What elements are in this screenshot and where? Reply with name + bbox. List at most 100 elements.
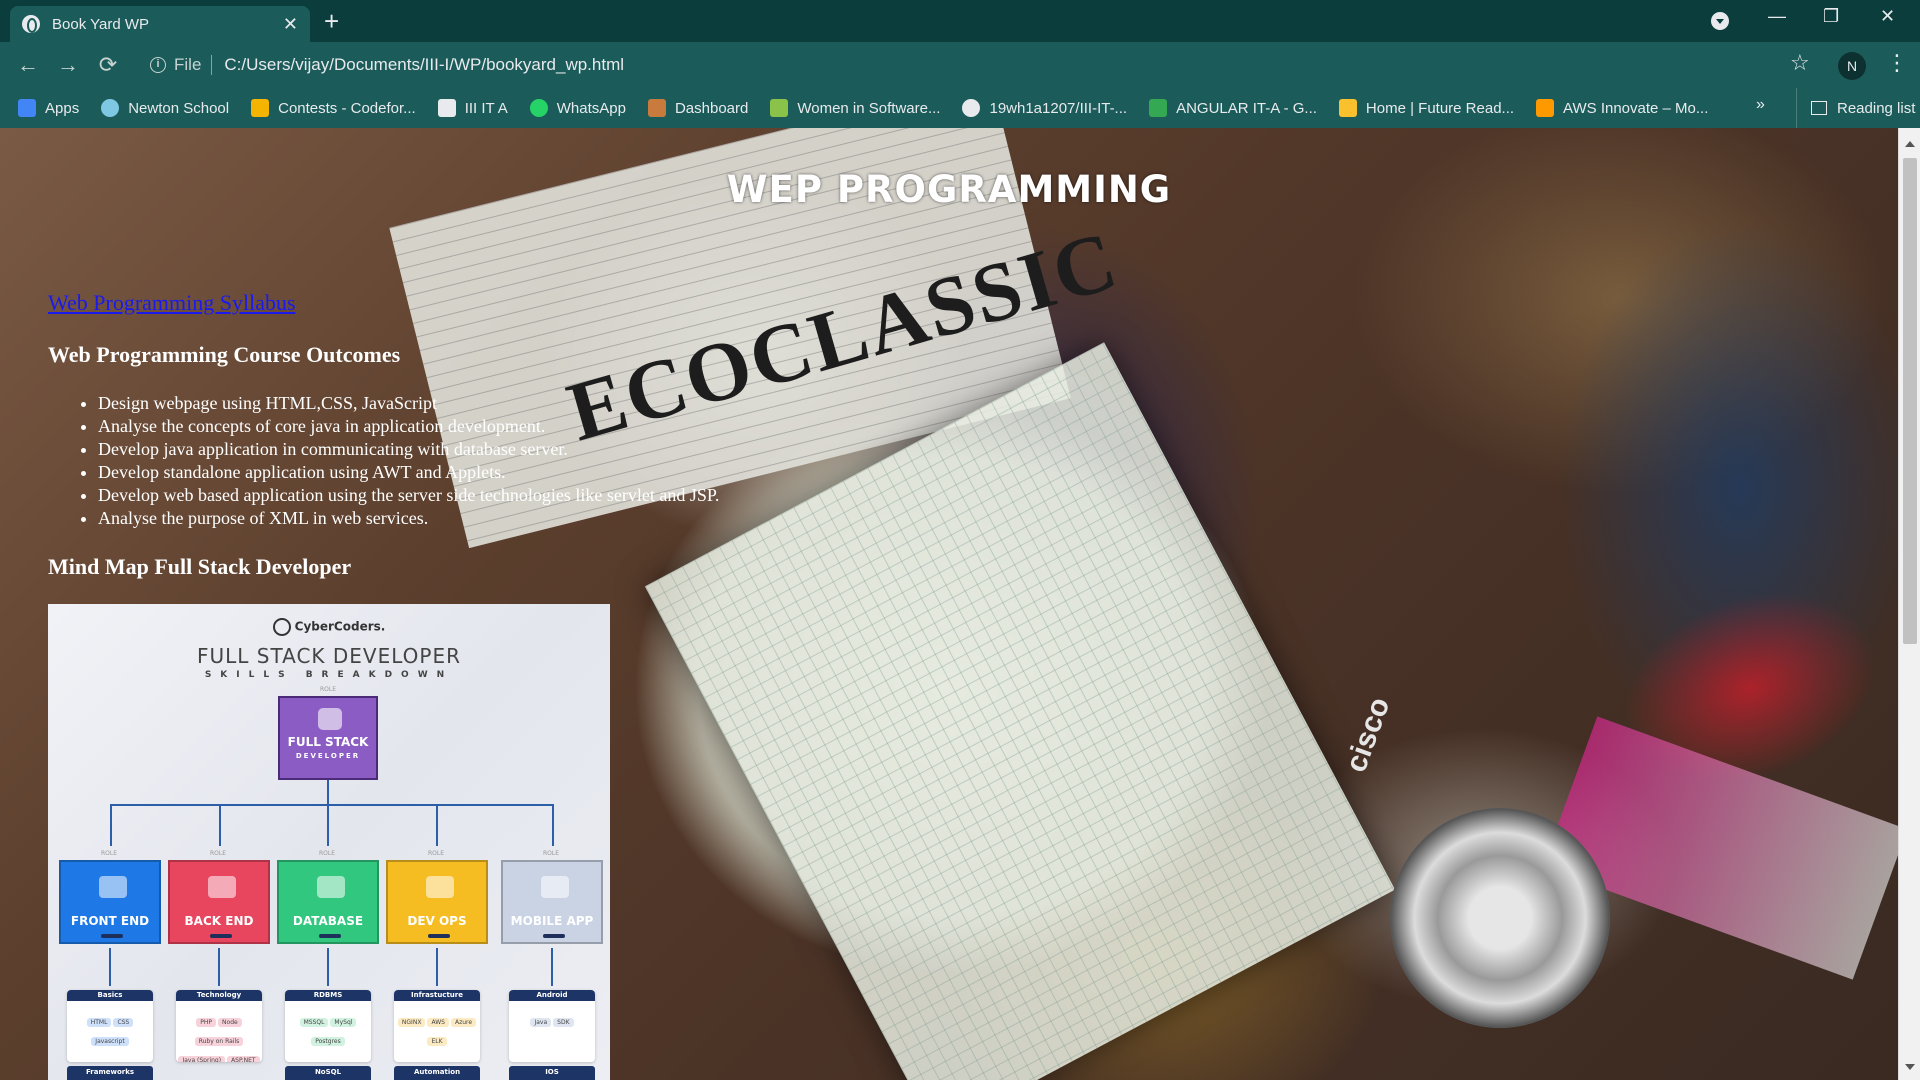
- skill-card-footer: IOS: [509, 1066, 595, 1080]
- mindmap-image: CyberCoders. FULL STACK DEVELOPER SKILLS…: [48, 604, 610, 1080]
- bookmark-star-icon[interactable]: ☆: [1790, 50, 1810, 76]
- connector-line: [436, 804, 438, 846]
- outcome-item: Analyse the concepts of core java in app…: [98, 415, 719, 438]
- skill-chip: SDK: [553, 1018, 574, 1027]
- scroll-down-icon[interactable]: [1905, 1064, 1915, 1075]
- browser-toolbar: ← → ⟳ i File C:/Users/vijay/Documents/II…: [0, 42, 1920, 88]
- role-card: DEV OPS: [386, 860, 488, 944]
- address-url[interactable]: C:/Users/vijay/Documents/III-I/WP/bookya…: [224, 55, 624, 75]
- address-separator: [211, 55, 213, 75]
- bookmark-item[interactable]: Apps: [18, 99, 79, 117]
- outcome-item: Develop java application in communicatin…: [98, 438, 719, 461]
- role-card-label: BACK END: [184, 914, 254, 928]
- page-scrollbar[interactable]: [1898, 128, 1920, 1080]
- skill-card-footer: Frameworks: [67, 1066, 153, 1080]
- bookmark-item[interactable]: ANGULAR IT-A - G...: [1149, 99, 1317, 117]
- close-window-button[interactable]: ✕: [1880, 6, 1895, 27]
- classroom-icon: [437, 99, 456, 117]
- syllabus-link[interactable]: Web Programming Syllabus: [48, 290, 296, 316]
- page-title: WEP PROGRAMMING: [726, 168, 1172, 211]
- bookmark-item[interactable]: 19wh1a1207/III-IT-...: [962, 99, 1127, 117]
- skill-card-heading: Technology: [176, 990, 262, 1001]
- center-node-label: FULL STACK: [287, 735, 369, 749]
- role-card-label: MOBILE APP: [510, 914, 594, 928]
- skill-chip: HTML: [86, 1018, 112, 1027]
- mindmap-subtitle: SKILLS BREAKDOWN: [204, 670, 454, 680]
- new-tab-button[interactable]: +: [324, 6, 339, 36]
- connector-line: [552, 804, 554, 846]
- bookmark-item[interactable]: Contests - Codefor...: [251, 99, 416, 117]
- outcome-item: Design webpage using HTML,CSS, JavaScrip…: [98, 392, 719, 415]
- bookmark-label: ANGULAR IT-A - G...: [1176, 99, 1317, 117]
- connector-line: [219, 804, 221, 846]
- bookmarks-bar: Apps Newton School Contests - Codefor... II…: [0, 88, 1920, 128]
- back-button[interactable]: ←: [8, 52, 48, 78]
- role-card: DATABASE: [277, 860, 379, 944]
- apps-grid-icon: [18, 99, 36, 117]
- skill-card-heading: RDBMS: [285, 990, 371, 1001]
- connector-line: [327, 780, 329, 846]
- bookmark-label: III IT A: [464, 99, 508, 117]
- skill-card-footer: NoSQL: [285, 1066, 371, 1080]
- info-icon[interactable]: i: [150, 57, 166, 73]
- cybercoders-logo-icon: [272, 618, 291, 636]
- codeforces-icon: [251, 99, 270, 117]
- profile-avatar[interactable]: N: [1838, 52, 1866, 80]
- bookmark-item[interactable]: Newton School: [101, 99, 229, 117]
- skill-card: Android Java SDK: [509, 990, 595, 1062]
- future-ready-icon: [1338, 99, 1357, 117]
- close-tab-icon[interactable]: ✕: [283, 14, 298, 35]
- bookmarks-overflow-button[interactable]: »: [1756, 96, 1765, 114]
- role-card: BACK END: [168, 860, 270, 944]
- whatsapp-icon: [529, 99, 548, 117]
- skill-card-heading: Basics: [67, 990, 153, 1001]
- cybercoders-logo-text: CyberCoders.: [294, 619, 386, 634]
- bookmark-item[interactable]: Women in Software...: [770, 99, 940, 117]
- bookmark-item[interactable]: Dashboard: [647, 99, 748, 117]
- skill-chip: Node: [218, 1018, 242, 1027]
- skill-card-footer: Automation: [394, 1066, 480, 1080]
- skill-chip: ASP.NET: [227, 1056, 260, 1062]
- scroll-up-icon[interactable]: [1905, 136, 1915, 147]
- role-card-label: FRONT END: [70, 914, 150, 928]
- reading-list-icon: [1811, 101, 1827, 115]
- role-tag: ROLE: [209, 850, 227, 857]
- globe-icon: [22, 15, 40, 33]
- skill-chip: MSSQL: [299, 1018, 329, 1027]
- reload-button[interactable]: ⟳: [88, 52, 128, 78]
- browser-menu-icon[interactable]: ⋮: [1886, 50, 1908, 76]
- role-card: MOBILE APP: [501, 860, 603, 944]
- skill-chip: Azure: [450, 1018, 477, 1027]
- github-icon: [962, 99, 981, 117]
- connector-line: [436, 948, 438, 986]
- tab-title: Book Yard WP: [52, 15, 149, 33]
- bookmark-label: AWS Innovate – Mo...: [1563, 99, 1709, 117]
- tab-search-icon[interactable]: [1711, 12, 1729, 30]
- page-viewport: ECOCLASSIC cisco WEP PROGRAMMING Web Pro…: [0, 128, 1898, 1080]
- bookmark-item[interactable]: III IT A: [437, 99, 508, 117]
- restore-button[interactable]: ❐: [1823, 6, 1839, 27]
- tab-book-yard[interactable]: Book Yard WP ✕: [10, 6, 310, 42]
- connector-line: [110, 804, 554, 806]
- forward-button[interactable]: →: [48, 52, 88, 78]
- reading-list-button[interactable]: Reading list: [1796, 88, 1915, 128]
- aws-icon: [1536, 99, 1555, 117]
- skill-chip: MySql: [330, 1018, 357, 1027]
- scroll-thumb[interactable]: [1903, 158, 1917, 644]
- skill-card-heading: Android: [509, 990, 595, 1001]
- mindmap-heading: Mind Map Full Stack Developer: [48, 554, 352, 579]
- role-card-label: DATABASE: [292, 914, 364, 928]
- minimize-button[interactable]: —: [1768, 6, 1786, 27]
- bookmark-item[interactable]: WhatsApp: [529, 99, 626, 117]
- center-node-sub: DEVELOPER: [295, 752, 361, 760]
- skill-chip: CSS: [113, 1018, 134, 1027]
- reading-list-label: Reading list: [1837, 99, 1916, 117]
- skill-card: Basics HTML CSS Javascript: [67, 990, 153, 1062]
- outcomes-heading: Web Programming Course Outcomes: [48, 342, 401, 367]
- address-bar[interactable]: i File C:/Users/vijay/Documents/III-I/WP…: [140, 48, 1800, 82]
- bookmark-label: WhatsApp: [556, 99, 626, 117]
- skill-card-heading: Infrastucture: [394, 990, 480, 1001]
- bookmark-item[interactable]: Home | Future Read...: [1338, 99, 1514, 117]
- bookmark-item[interactable]: AWS Innovate – Mo...: [1536, 99, 1708, 117]
- page-content: WEP PROGRAMMING Web Programming Syllabus…: [0, 128, 1898, 1080]
